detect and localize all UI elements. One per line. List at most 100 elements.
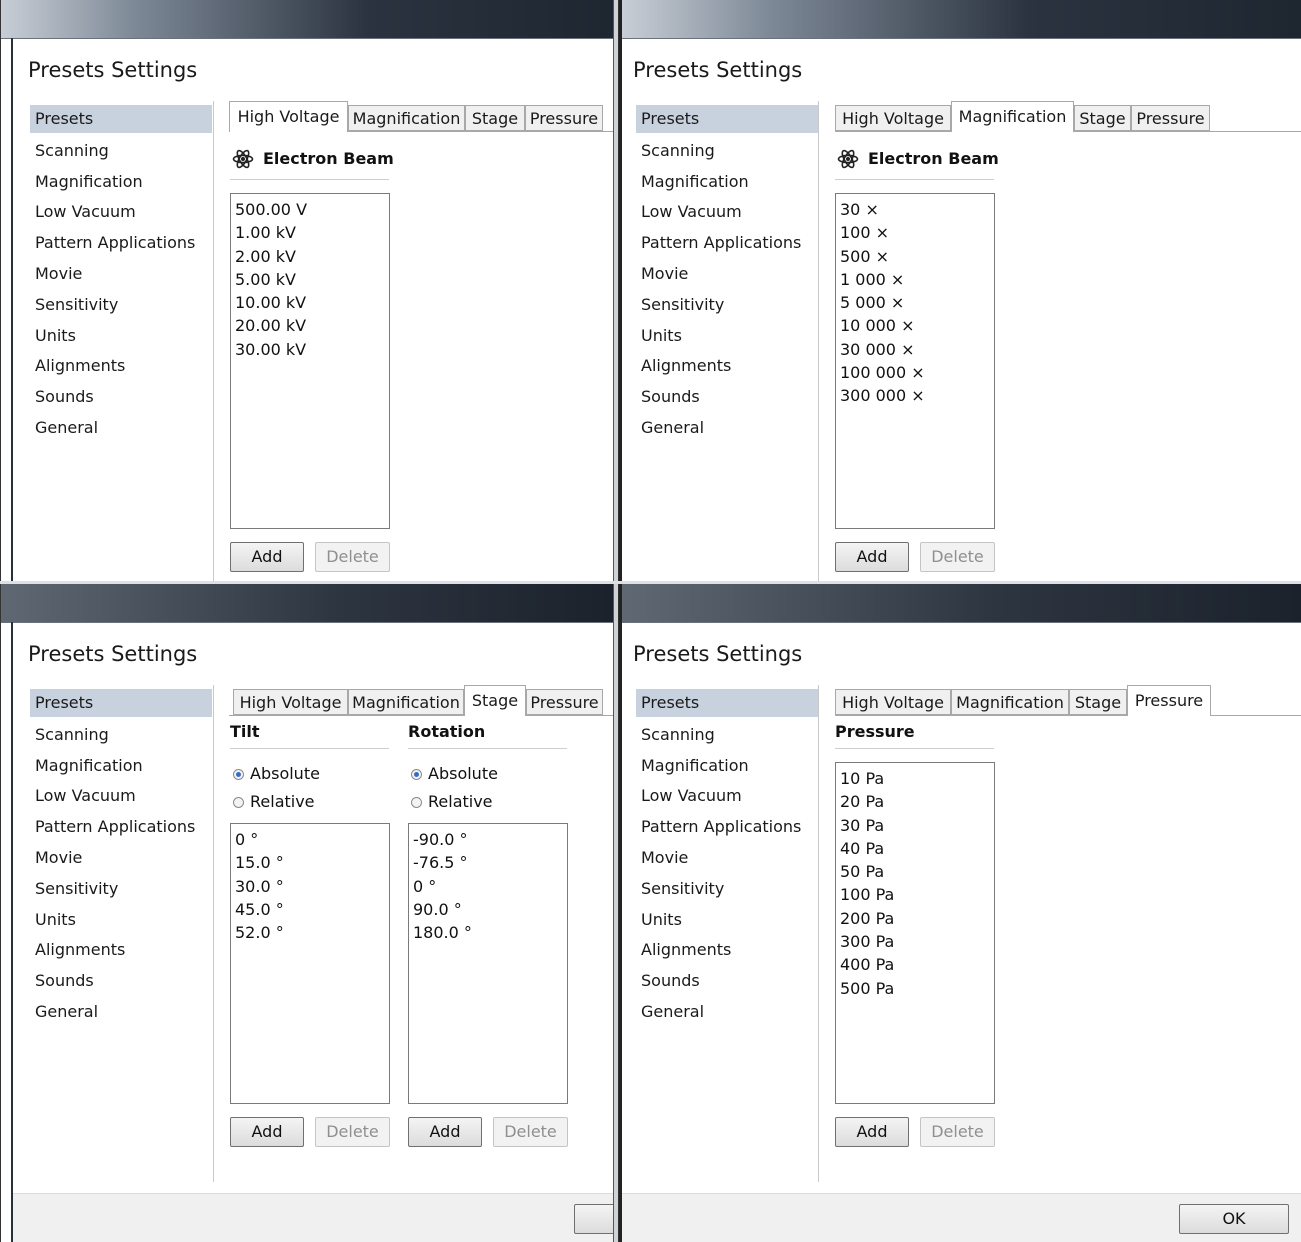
sidebar-item-presets[interactable]: Presets bbox=[30, 105, 212, 133]
list-item[interactable]: 20 Pa bbox=[840, 790, 990, 813]
sidebar-item-low-vacuum[interactable]: Low Vacuum bbox=[636, 781, 818, 812]
list-item[interactable]: 40 Pa bbox=[840, 837, 990, 860]
list-item[interactable]: 10.00 kV bbox=[235, 291, 385, 314]
list-item[interactable]: 20.00 kV bbox=[235, 314, 385, 337]
rotation-relative-radio[interactable]: Relative bbox=[411, 791, 493, 813]
radio-selected-icon[interactable] bbox=[233, 769, 244, 780]
sidebar-item-pattern-applications[interactable]: Pattern Applications bbox=[636, 228, 818, 259]
list-item[interactable]: 180.0 ° bbox=[413, 921, 563, 944]
list-item[interactable]: 10 000 × bbox=[840, 314, 990, 337]
list-item[interactable]: 500 Pa bbox=[840, 977, 990, 1000]
list-item[interactable]: 500 × bbox=[840, 245, 990, 268]
tab-magnification[interactable]: Magnification bbox=[951, 689, 1069, 715]
delete-button[interactable]: Delete bbox=[315, 542, 390, 572]
radio-unselected-icon[interactable] bbox=[233, 797, 244, 808]
list-item[interactable]: 5 000 × bbox=[840, 291, 990, 314]
sidebar-item-low-vacuum[interactable]: Low Vacuum bbox=[30, 781, 212, 812]
rotation-presets-list[interactable]: -90.0 ° -76.5 ° 0 ° 90.0 ° 180.0 ° bbox=[408, 823, 568, 1104]
sidebar-item-pattern-applications[interactable]: Pattern Applications bbox=[636, 812, 818, 843]
rotation-absolute-radio[interactable]: Absolute bbox=[411, 763, 498, 785]
sidebar-item-sounds[interactable]: Sounds bbox=[636, 382, 818, 413]
sidebar-item-magnification[interactable]: Magnification bbox=[636, 751, 818, 782]
list-item[interactable]: 300 000 × bbox=[840, 384, 990, 407]
add-button[interactable]: Add bbox=[835, 1117, 909, 1147]
list-item[interactable]: 100 Pa bbox=[840, 883, 990, 906]
window-title-bar[interactable] bbox=[1, 584, 613, 623]
add-button[interactable]: Add bbox=[230, 542, 304, 572]
add-button[interactable]: Add bbox=[835, 542, 909, 572]
tab-stage[interactable]: Stage bbox=[465, 105, 525, 131]
sidebar-item-magnification[interactable]: Magnification bbox=[636, 167, 818, 198]
list-item[interactable]: 52.0 ° bbox=[235, 921, 385, 944]
tab-stage[interactable]: Stage bbox=[1074, 105, 1131, 131]
delete-button[interactable]: Delete bbox=[920, 1117, 995, 1147]
sidebar-item-alignments[interactable]: Alignments bbox=[636, 935, 818, 966]
tab-pressure[interactable]: Pressure bbox=[1131, 105, 1210, 131]
list-item[interactable]: -76.5 ° bbox=[413, 851, 563, 874]
radio-selected-icon[interactable] bbox=[411, 769, 422, 780]
sidebar-item-scanning[interactable]: Scanning bbox=[636, 720, 818, 751]
magnification-presets-list[interactable]: 30 × 100 × 500 × 1 000 × 5 000 × 10 000 … bbox=[835, 193, 995, 529]
list-item[interactable]: 400 Pa bbox=[840, 953, 990, 976]
list-item[interactable]: 0 ° bbox=[413, 875, 563, 898]
list-item[interactable]: 30 × bbox=[840, 198, 990, 221]
sidebar-item-units[interactable]: Units bbox=[30, 321, 212, 352]
sidebar-item-sensitivity[interactable]: Sensitivity bbox=[30, 290, 212, 321]
list-item[interactable]: 30.00 kV bbox=[235, 338, 385, 361]
sidebar-item-low-vacuum[interactable]: Low Vacuum bbox=[636, 197, 818, 228]
delete-button[interactable]: Delete bbox=[920, 542, 995, 572]
tab-high-voltage[interactable]: High Voltage bbox=[835, 689, 951, 715]
tab-stage[interactable]: Stage bbox=[464, 685, 526, 716]
sidebar-item-sounds[interactable]: Sounds bbox=[636, 966, 818, 997]
sidebar-item-sensitivity[interactable]: Sensitivity bbox=[636, 874, 818, 905]
tab-stage[interactable]: Stage bbox=[1069, 689, 1127, 715]
window-title-bar[interactable] bbox=[1, 0, 613, 39]
tilt-relative-radio[interactable]: Relative bbox=[233, 791, 315, 813]
tab-pressure[interactable]: Pressure bbox=[525, 105, 603, 131]
list-item[interactable]: 90.0 ° bbox=[413, 898, 563, 921]
rotation-delete-button[interactable]: Delete bbox=[493, 1117, 568, 1147]
sidebar-item-sensitivity[interactable]: Sensitivity bbox=[30, 874, 212, 905]
sidebar-item-sensitivity[interactable]: Sensitivity bbox=[636, 290, 818, 321]
sidebar-item-movie[interactable]: Movie bbox=[636, 259, 818, 290]
list-item[interactable]: 1.00 kV bbox=[235, 221, 385, 244]
sidebar-item-magnification[interactable]: Magnification bbox=[30, 167, 212, 198]
sidebar-item-movie[interactable]: Movie bbox=[636, 843, 818, 874]
pressure-presets-list[interactable]: 10 Pa 20 Pa 30 Pa 40 Pa 50 Pa 100 Pa 200… bbox=[835, 762, 995, 1104]
window-title-bar[interactable] bbox=[622, 0, 1301, 39]
sidebar-item-presets[interactable]: Presets bbox=[636, 105, 818, 133]
sidebar-item-alignments[interactable]: Alignments bbox=[636, 351, 818, 382]
list-item[interactable]: 500.00 V bbox=[235, 198, 385, 221]
list-item[interactable]: 50 Pa bbox=[840, 860, 990, 883]
voltage-presets-list[interactable]: 500.00 V 1.00 kV 2.00 kV 5.00 kV 10.00 k… bbox=[230, 193, 390, 529]
sidebar-item-presets[interactable]: Presets bbox=[30, 689, 212, 717]
sidebar-item-general[interactable]: General bbox=[636, 413, 818, 444]
list-item[interactable]: 10 Pa bbox=[840, 767, 990, 790]
sidebar-item-general[interactable]: General bbox=[30, 413, 212, 444]
list-item[interactable]: 200 Pa bbox=[840, 907, 990, 930]
ok-button-partial[interactable] bbox=[574, 1204, 613, 1234]
sidebar-item-general[interactable]: General bbox=[30, 997, 212, 1028]
sidebar-item-scanning[interactable]: Scanning bbox=[30, 720, 212, 751]
list-item[interactable]: 2.00 kV bbox=[235, 245, 385, 268]
sidebar-item-magnification[interactable]: Magnification bbox=[30, 751, 212, 782]
sidebar-item-general[interactable]: General bbox=[636, 997, 818, 1028]
sidebar-item-scanning[interactable]: Scanning bbox=[30, 136, 212, 167]
list-item[interactable]: 5.00 kV bbox=[235, 268, 385, 291]
ok-button[interactable]: OK bbox=[1179, 1204, 1289, 1234]
tilt-presets-list[interactable]: 0 ° 15.0 ° 30.0 ° 45.0 ° 52.0 ° bbox=[230, 823, 390, 1104]
tab-high-voltage[interactable]: High Voltage bbox=[835, 105, 951, 131]
radio-unselected-icon[interactable] bbox=[411, 797, 422, 808]
tab-pressure[interactable]: Pressure bbox=[1127, 685, 1211, 716]
sidebar-item-scanning[interactable]: Scanning bbox=[636, 136, 818, 167]
list-item[interactable]: 30 Pa bbox=[840, 814, 990, 837]
list-item[interactable]: -90.0 ° bbox=[413, 828, 563, 851]
sidebar-item-presets[interactable]: Presets bbox=[636, 689, 818, 717]
tilt-add-button[interactable]: Add bbox=[230, 1117, 304, 1147]
list-item[interactable]: 100 × bbox=[840, 221, 990, 244]
tilt-delete-button[interactable]: Delete bbox=[315, 1117, 390, 1147]
list-item[interactable]: 30.0 ° bbox=[235, 875, 385, 898]
tab-magnification[interactable]: Magnification bbox=[348, 689, 464, 715]
tab-high-voltage[interactable]: High Voltage bbox=[229, 101, 348, 132]
sidebar-item-units[interactable]: Units bbox=[636, 321, 818, 352]
